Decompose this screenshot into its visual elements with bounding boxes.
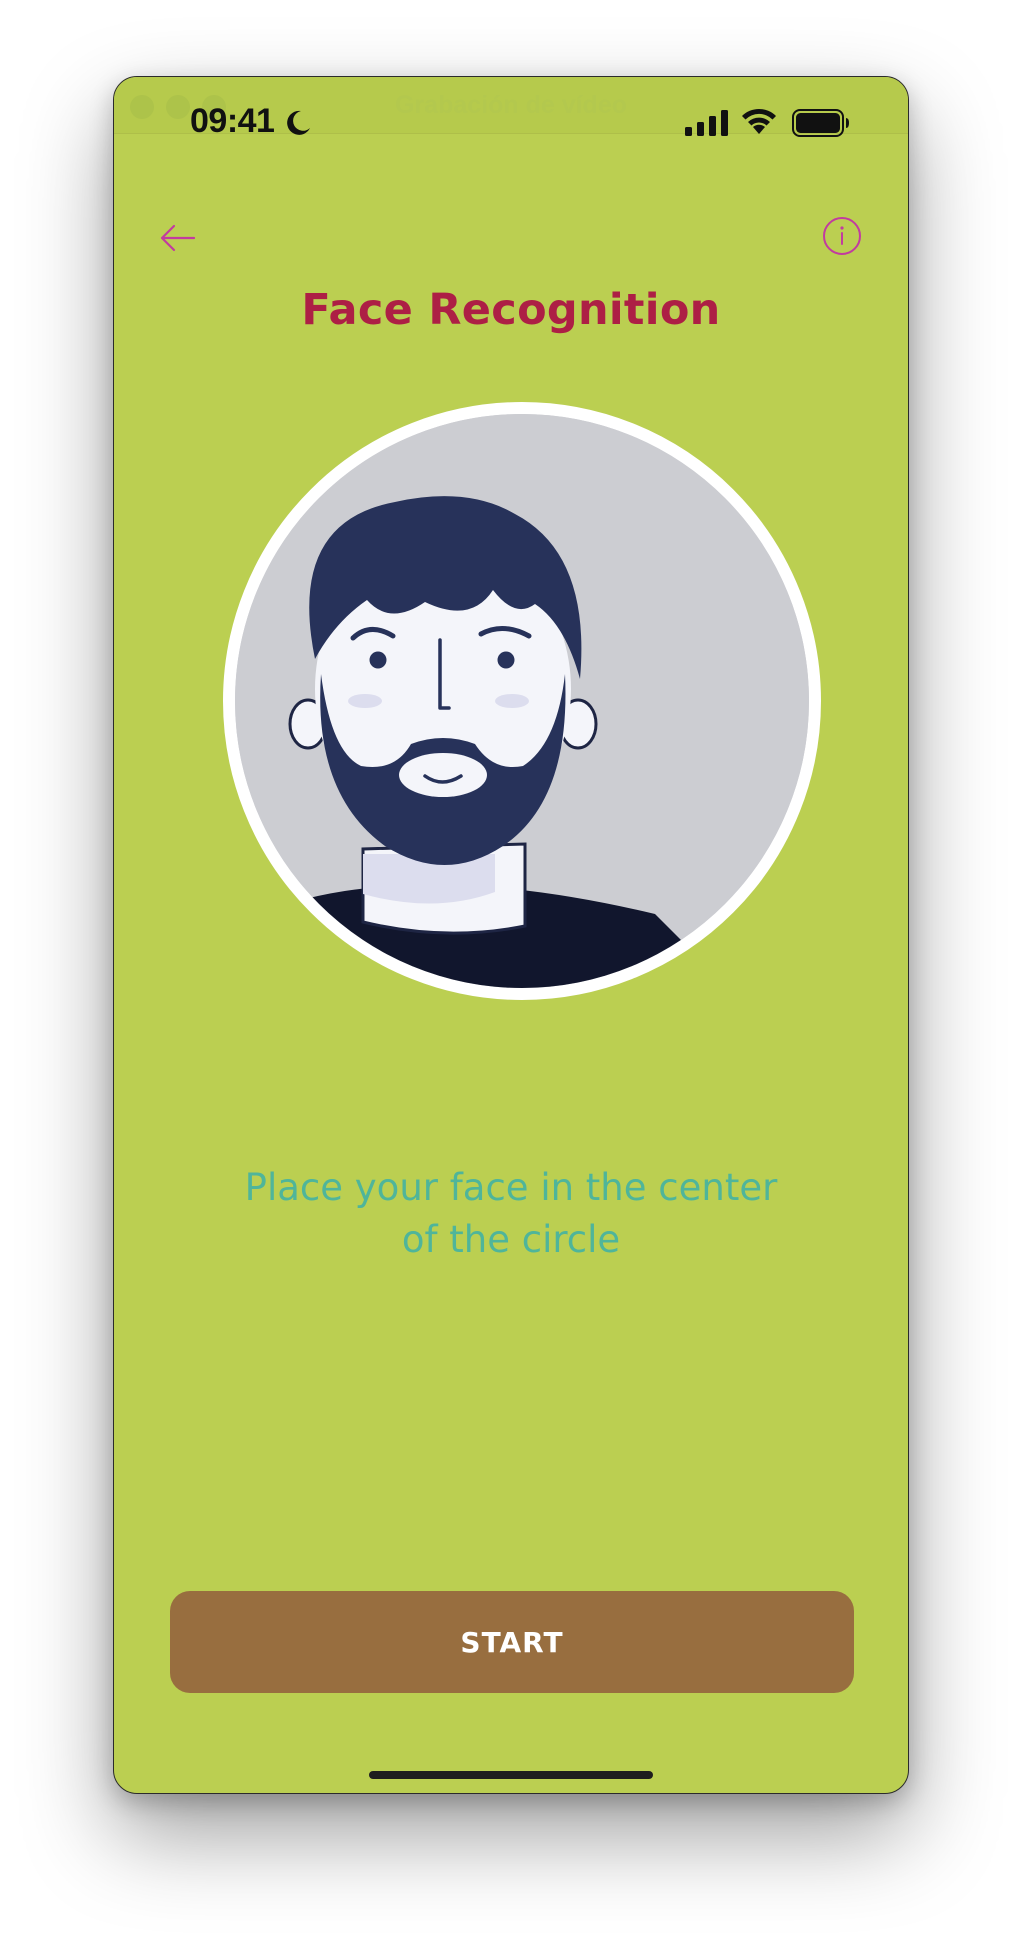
moon-icon [287,110,310,135]
face-frame-circle [223,402,821,1000]
instruction-text: Place your face in the center of the cir… [244,1166,778,1261]
app-window: Grabación de vídeo 09:41 Face Recognitio… [113,76,909,1794]
battery-icon [792,109,849,137]
page-title: Face Recognition [301,285,721,335]
back-button[interactable] [154,214,202,262]
cellular-signal-icon [685,110,728,136]
arrow-left-icon [160,224,196,252]
wifi-icon [742,108,776,134]
home-indicator[interactable] [369,1771,653,1779]
info-circle-icon [823,217,861,255]
start-button[interactable]: START [170,1591,854,1693]
bearded-man-avatar [235,414,809,988]
info-button[interactable] [819,213,865,259]
status-time: 09:41 [190,102,275,140]
